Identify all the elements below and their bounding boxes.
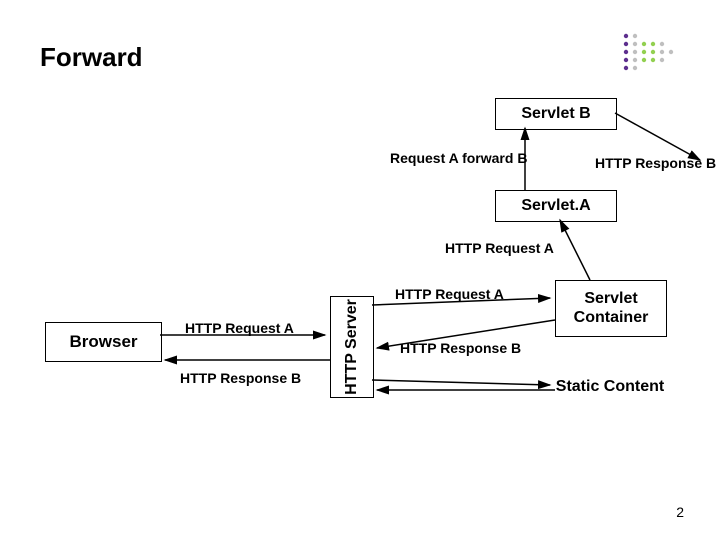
servlet-a-box: Servlet.A [495, 190, 617, 222]
http-response-b-mid-label: HTTP Response B [400, 340, 521, 356]
http-server-box: HTTP Server [330, 296, 374, 398]
page-title: Forward [40, 42, 143, 73]
http-server-label: HTTP Server [343, 299, 361, 395]
http-response-b-browser-label: HTTP Response B [180, 370, 301, 386]
slide: Forward [0, 0, 720, 540]
http-request-a-top-label: HTTP Request A [445, 240, 554, 256]
browser-box: Browser [45, 322, 162, 362]
servlet-container-box: Servlet Container [555, 280, 667, 337]
logo-icon [620, 30, 680, 80]
page-number: 2 [676, 504, 684, 520]
servlet-b-box: Servlet B [495, 98, 617, 130]
http-request-a-browser-label: HTTP Request A [185, 320, 294, 336]
arrows-layer [0, 0, 720, 540]
request-a-forward-b-label: Request A forward B [390, 150, 527, 166]
http-request-a-mid-label: HTTP Request A [395, 286, 504, 302]
static-content-box: Static Content [555, 365, 665, 410]
http-response-b-top-label: HTTP Response B [595, 155, 716, 171]
